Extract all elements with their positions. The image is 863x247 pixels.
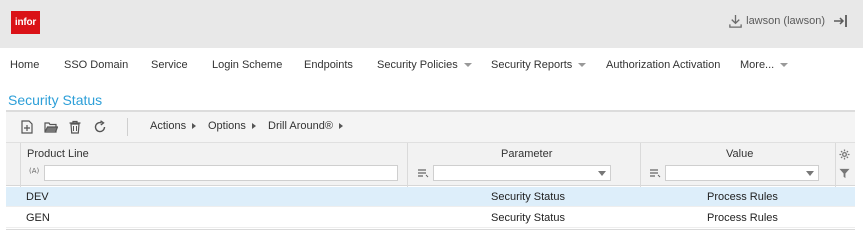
table-row[interactable]: DEV Security Status Process Rules	[6, 187, 855, 207]
sign-out-icon[interactable]	[833, 14, 849, 28]
new-record-icon[interactable]	[20, 120, 34, 134]
app-header: infor lawson (lawson)	[0, 0, 863, 48]
grid-toolbar: Actions Options Drill Around®	[6, 112, 855, 142]
chevron-down-icon	[578, 63, 587, 68]
column-settings-icon[interactable]	[839, 149, 850, 160]
column-header-value[interactable]: Value	[726, 148, 753, 160]
parameter-filter-select[interactable]	[433, 165, 611, 181]
column-divider	[640, 143, 641, 187]
actions-menu[interactable]: Actions	[150, 120, 197, 132]
menu-arrow-icon	[192, 123, 197, 130]
chevron-down-icon	[598, 171, 606, 176]
column-header-product-line[interactable]: Product Line	[27, 148, 89, 160]
nav-item-login-scheme[interactable]: Login Scheme	[212, 48, 282, 82]
grid-bottom-border	[6, 229, 855, 230]
nav-item-authorization-activation[interactable]: Authorization Activation	[606, 48, 720, 82]
filter-operator-icon[interactable]	[649, 168, 661, 178]
cell-product-line: DEV	[26, 191, 49, 203]
value-filter-select[interactable]	[665, 165, 819, 181]
nav-item-service[interactable]: Service	[151, 48, 188, 82]
nav-item-security-reports[interactable]: Security Reports	[491, 48, 587, 82]
column-divider	[407, 143, 408, 187]
drill-around-menu[interactable]: Drill Around®	[268, 120, 344, 132]
chevron-down-icon	[780, 63, 789, 68]
page-title: Security Status	[8, 92, 103, 108]
chevron-down-icon	[463, 63, 472, 68]
filter-icon[interactable]	[839, 168, 850, 179]
nav-item-more[interactable]: More...	[740, 48, 789, 82]
cell-product-line: GEN	[26, 212, 50, 224]
delete-icon[interactable]	[68, 120, 82, 134]
grid-header: Product Line Parameter Value (A)	[6, 142, 855, 187]
options-menu[interactable]: Options	[208, 120, 257, 132]
cell-parameter: Security Status	[491, 191, 565, 203]
download-icon[interactable]	[728, 14, 743, 29]
nav-item-home[interactable]: Home	[10, 48, 39, 82]
chevron-down-icon	[806, 171, 814, 176]
user-area: lawson (lawson)	[728, 12, 849, 30]
toolbar-separator	[127, 118, 128, 136]
column-divider	[20, 143, 21, 187]
filter-operator-icon[interactable]: (A)	[29, 167, 39, 175]
main-nav: Home SSO Domain Service Login Scheme End…	[0, 48, 863, 82]
filter-operator-icon[interactable]	[417, 168, 429, 178]
menu-arrow-icon	[338, 123, 343, 130]
product-line-filter-input[interactable]	[44, 165, 398, 181]
nav-item-endpoints[interactable]: Endpoints	[304, 48, 353, 82]
cell-value: Process Rules	[707, 212, 778, 224]
column-divider	[835, 143, 836, 187]
cell-parameter: Security Status	[491, 212, 565, 224]
infor-logo[interactable]: infor	[11, 11, 40, 34]
nav-item-security-policies[interactable]: Security Policies	[377, 48, 472, 82]
column-header-parameter[interactable]: Parameter	[501, 148, 552, 160]
nav-item-sso-domain[interactable]: SSO Domain	[64, 48, 128, 82]
table-row[interactable]: GEN Security Status Process Rules	[6, 208, 855, 228]
open-folder-icon[interactable]	[44, 120, 58, 134]
menu-arrow-icon	[251, 123, 256, 130]
cell-value: Process Rules	[707, 191, 778, 203]
refresh-icon[interactable]	[93, 120, 107, 134]
user-name[interactable]: lawson (lawson)	[746, 15, 825, 27]
